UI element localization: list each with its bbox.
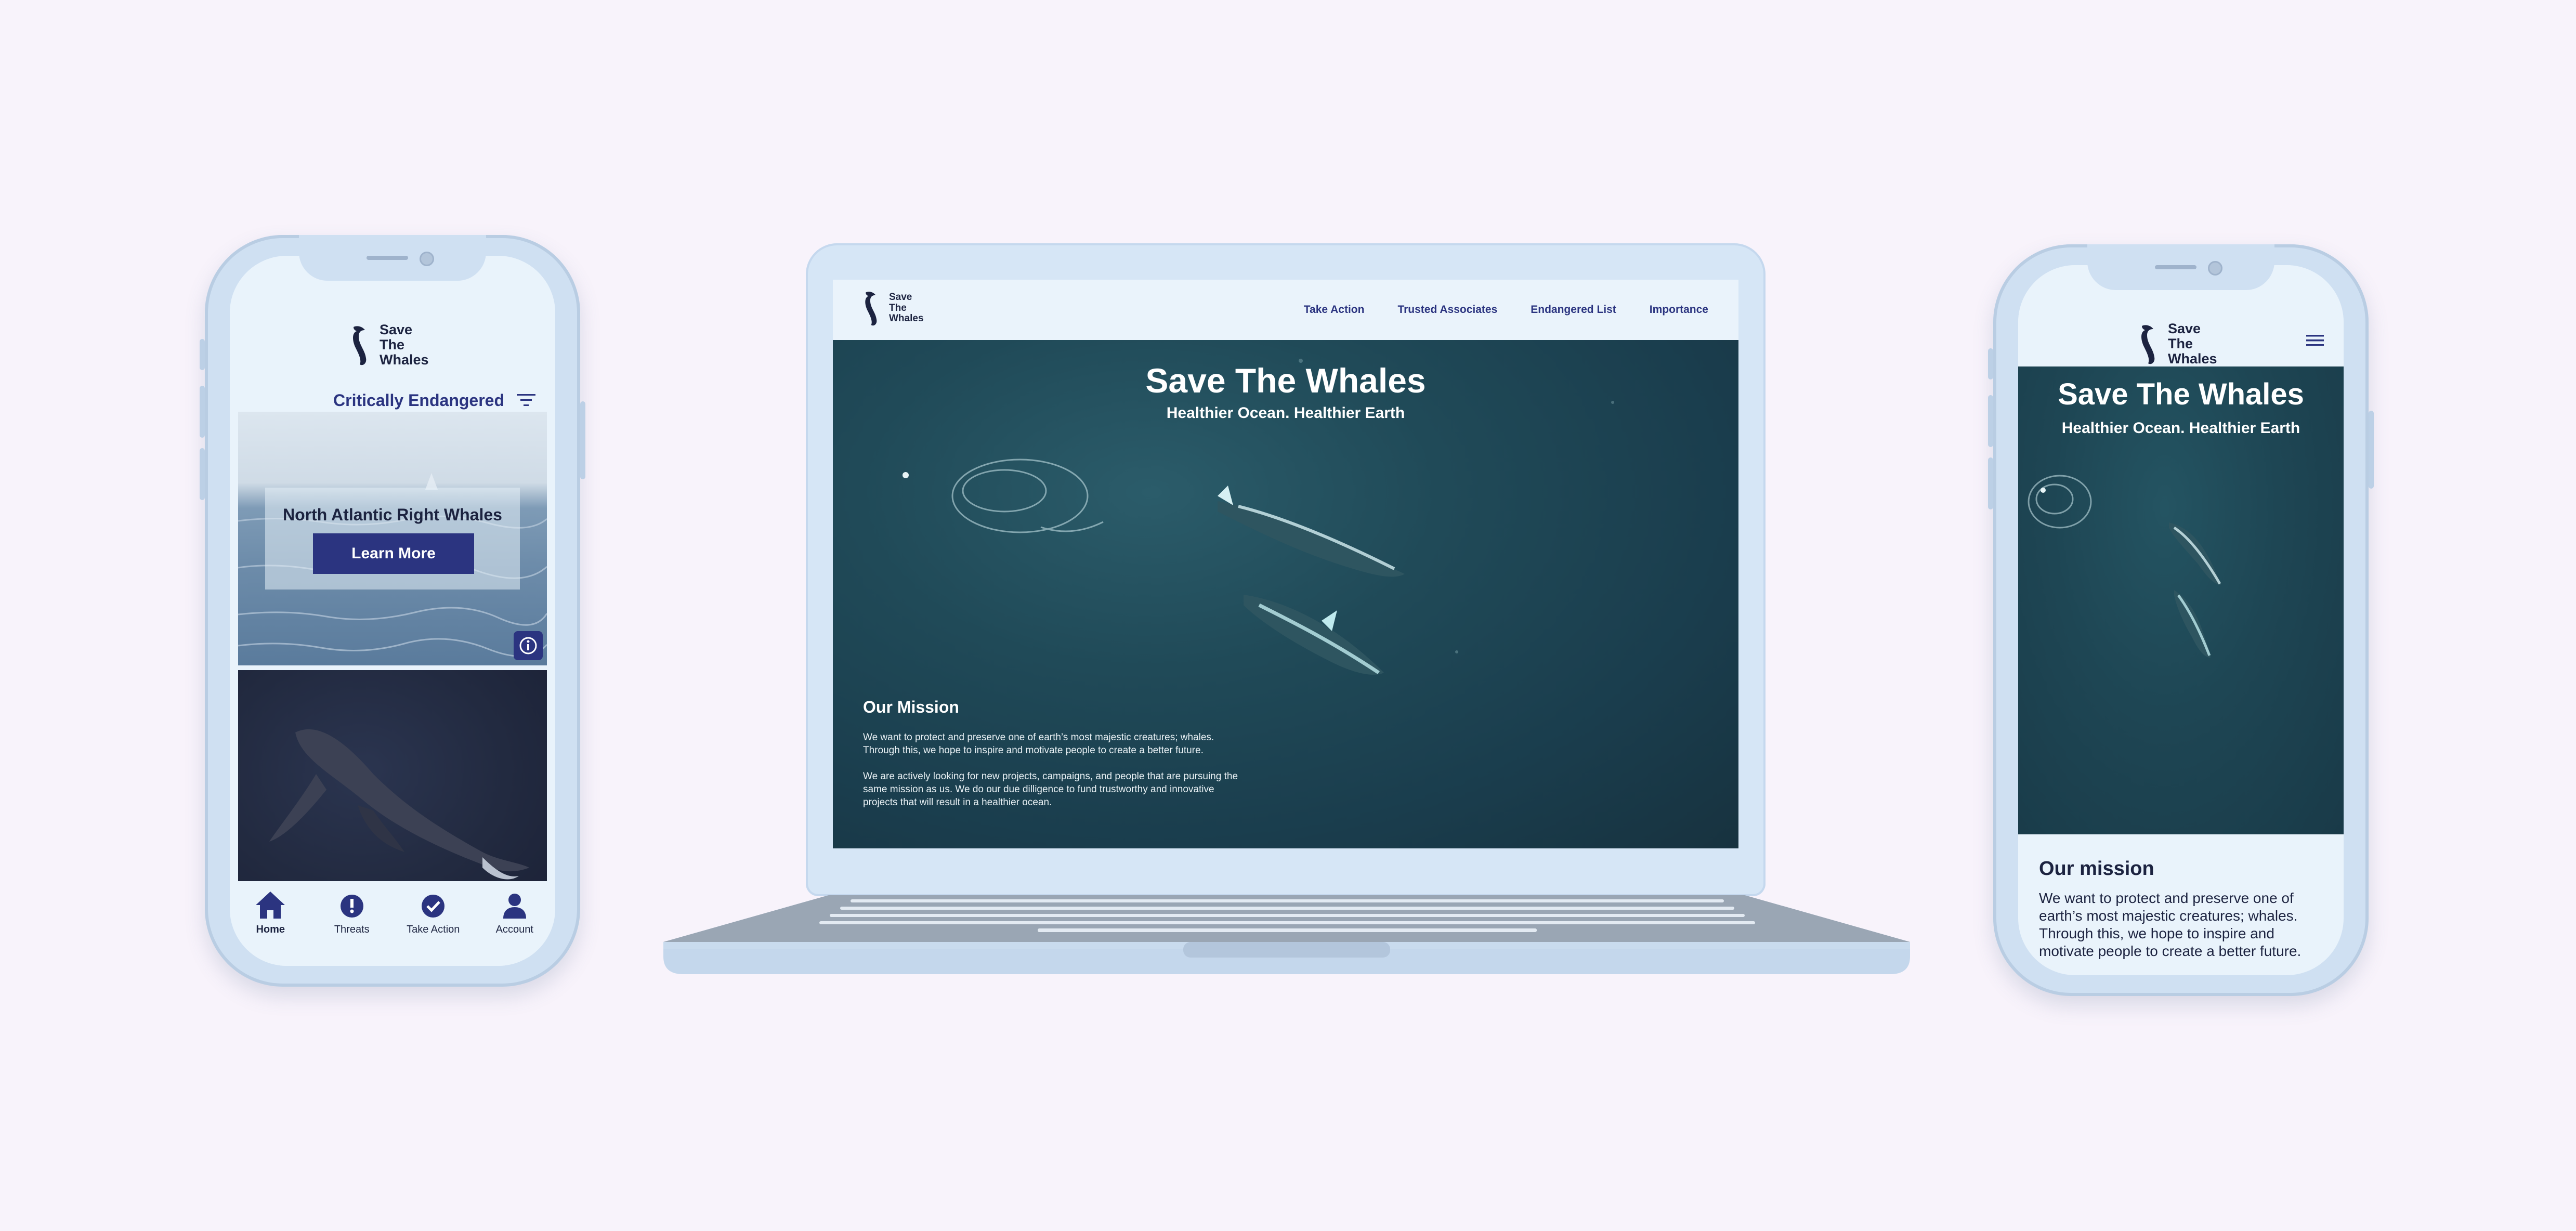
desktop-header: Save The Whales Take Action Trusted Asso… — [833, 280, 1738, 340]
brand-line2: The — [2168, 336, 2193, 352]
info-button[interactable] — [514, 631, 543, 660]
bottom-navigation: Home Threats Take Action Account — [230, 881, 555, 966]
check-icon — [422, 895, 445, 918]
whale-logo-icon — [865, 292, 877, 326]
mission-text: We want to protect and preserve one of e… — [2039, 890, 2302, 960]
brand-line1: Save — [380, 322, 413, 337]
filter-icon[interactable] — [517, 393, 535, 408]
nav-link-importance[interactable]: Importance — [1650, 304, 1708, 316]
mobile-app-phone: Save The Whales Critically Endangered No… — [200, 235, 585, 987]
brand-logo[interactable]: Save The Whales — [350, 322, 429, 368]
brand-line1: Save — [2168, 321, 2201, 336]
nav-home[interactable]: Home — [231, 890, 309, 936]
mobile-web-phone: Save The Whales Save The Whales Healthie… — [1988, 244, 2374, 996]
brand-logo[interactable]: Save The Whales — [863, 289, 924, 328]
nav-threats-label: Threats — [334, 924, 370, 935]
mission-title: Our mission — [2039, 858, 2154, 880]
mobile-web-hero: Save The Whales Healthier Ocean. Healthi… — [2018, 366, 2344, 834]
whale-card-right-whale[interactable]: North Atlantic Right Whales Learn More — [238, 412, 547, 665]
hero-title: Save The Whales — [1145, 361, 1426, 400]
filter-bar[interactable]: Critically Endangered — [333, 385, 555, 416]
nav-home-label: Home — [256, 924, 285, 935]
laptop-base — [663, 895, 1910, 974]
mission-title: Our Mission — [863, 698, 959, 716]
nav-account[interactable]: Account — [476, 890, 554, 936]
desktop-nav: Take Action Trusted Associates Endangere… — [1304, 280, 1708, 340]
desktop-hero: Save The Whales Healthier Ocean. Healthi… — [833, 340, 1738, 848]
card-title: North Atlantic Right Whales — [283, 505, 502, 524]
mission-section: Our Mission We want to protect and prese… — [863, 698, 1248, 822]
brand-line2: The — [889, 302, 907, 313]
brand-logo[interactable]: Save The Whales — [2139, 321, 2217, 366]
mission-paragraph-2: We are actively looking for new projects… — [863, 771, 1238, 808]
desktop-screen: Save The Whales Take Action Trusted Asso… — [833, 280, 1738, 848]
mobile-app-screen: Save The Whales Critically Endangered No… — [230, 256, 555, 966]
phone-notch — [299, 235, 486, 281]
filter-label: Critically Endangered — [333, 390, 504, 410]
nav-link-trusted-associates[interactable]: Trusted Associates — [1397, 304, 1497, 316]
menu-icon[interactable] — [2306, 334, 2324, 347]
hero-title: Save The Whales — [2058, 377, 2304, 411]
nav-account-label: Account — [495, 924, 533, 935]
home-icon — [256, 892, 285, 919]
brand-line3: Whales — [889, 313, 924, 324]
brand-line3: Whales — [380, 352, 429, 368]
mission-paragraph-1: We want to protect and preserve one of e… — [863, 732, 1214, 756]
nav-take-action-label: Take Action — [407, 924, 460, 935]
nav-take-action[interactable]: Take Action — [394, 890, 472, 936]
hero-subtitle: Healthier Ocean. Healthier Earth — [2061, 420, 2300, 437]
card-overlay: North Atlantic Right Whales Learn More — [265, 488, 520, 590]
phone-notch — [2087, 244, 2274, 290]
brand-line3: Whales — [2168, 351, 2217, 367]
nav-link-endangered-list[interactable]: Endangered List — [1531, 304, 1616, 316]
hero-subtitle: Healthier Ocean. Healthier Earth — [1166, 404, 1405, 422]
laptop-lid: Save The Whales Take Action Trusted Asso… — [806, 243, 1766, 896]
user-icon — [503, 894, 526, 919]
alert-icon — [340, 895, 363, 918]
whale-logo-icon — [2141, 325, 2155, 364]
nav-threats[interactable]: Threats — [313, 890, 391, 936]
brand-line1: Save — [889, 292, 912, 303]
brand-line2: The — [380, 337, 405, 353]
learn-more-button[interactable]: Learn More — [313, 533, 474, 574]
whale-logo-icon — [353, 326, 367, 365]
mission-section: Our mission We want to protect and prese… — [2039, 858, 2330, 961]
info-icon — [519, 637, 537, 654]
mobile-web-screen: Save The Whales Save The Whales Healthie… — [2018, 265, 2344, 975]
nav-link-take-action[interactable]: Take Action — [1304, 304, 1365, 316]
